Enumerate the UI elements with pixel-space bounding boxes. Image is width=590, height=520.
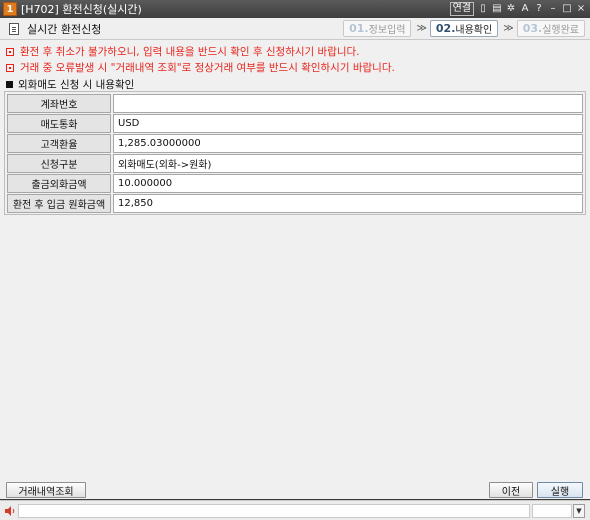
account-number-value [113, 94, 583, 113]
step-separator-icon: ≫ [416, 23, 427, 34]
form-row-type: 신청구분 외화매도(외화->원화) [7, 154, 583, 173]
maximize-icon[interactable]: □ [562, 3, 572, 15]
prev-button[interactable]: 이전 [489, 482, 533, 498]
minimize-icon[interactable]: – [548, 3, 558, 15]
screen-title: 실시간 환전신청 [27, 22, 102, 36]
transaction-history-button[interactable]: 거래내역조회 [6, 482, 86, 498]
window-number-badge: 1 [3, 2, 17, 16]
screen-header: 실시간 환전신청 01. 정보입력 ≫ 02. 내용확인 ≫ 03. 실행완료 [0, 18, 590, 40]
link-badge[interactable]: 연결 [449, 2, 474, 16]
step-1: 01. 정보입력 [343, 20, 412, 37]
bullet-icon [6, 63, 14, 72]
chevron-down-icon[interactable]: ▼ [573, 504, 585, 518]
request-type-value: 외화매도(외화->원화) [113, 154, 583, 173]
help-icon[interactable]: ? [534, 3, 544, 15]
tray-icon[interactable]: ▤ [492, 3, 502, 15]
window-titlebar: 1 [H702] 환전신청(실시간) 연결 ▯ ▤ ✲ A ? – □ × [0, 0, 590, 18]
exchange-rate-value: 1,285.03000000 [113, 134, 583, 153]
step-2: 02. 내용확인 [429, 20, 499, 37]
bullet-icon [6, 47, 14, 56]
status-message-field [18, 504, 530, 518]
confirmation-form: 계좌번호 매도통화 USD 고객환율 1,285.03000000 신청구분 외… [4, 91, 586, 215]
square-bullet-icon [6, 81, 13, 88]
window-title: [H702] 환전신청(실시간) [21, 3, 142, 16]
form-row-rate: 고객환율 1,285.03000000 [7, 134, 583, 153]
step-indicator: 01. 정보입력 ≫ 02. 내용확인 ≫ 03. 실행완료 [343, 20, 585, 37]
field-label: 매도통화 [7, 114, 111, 133]
step-separator-icon: ≫ [503, 23, 514, 34]
gear-icon[interactable]: ✲ [506, 3, 516, 15]
button-bar: 거래내역조회 이전 실행 [0, 480, 590, 499]
close-icon[interactable]: × [576, 3, 586, 15]
withdraw-amount-value: 10.000000 [113, 174, 583, 193]
status-bar: ▼ [0, 500, 590, 520]
speaker-icon [5, 506, 15, 516]
form-row-currency: 매도통화 USD [7, 114, 583, 133]
form-row-deposit: 환전 후 입금 원화금액 12,850 [7, 194, 583, 213]
document-icon [9, 22, 19, 35]
status-aux-field [532, 504, 572, 518]
execute-button[interactable]: 실행 [537, 482, 583, 498]
notice-line: 환전 후 취소가 불가하오니, 입력 내용을 반드시 확인 후 신청하시기 바랍… [6, 44, 360, 59]
form-row-account: 계좌번호 [7, 94, 583, 113]
content-area: 환전 후 취소가 불가하오니, 입력 내용을 반드시 확인 후 신청하시기 바랍… [0, 40, 590, 480]
deposit-amount-value: 12,850 [113, 194, 583, 213]
section-title: 외화매도 신청 시 내용확인 [6, 77, 134, 92]
field-label: 신청구분 [7, 154, 111, 173]
pin-icon[interactable]: ▯ [478, 3, 488, 15]
field-label: 계좌번호 [7, 94, 111, 113]
notice-line: 거래 중 오류발생 시 "거래내역 조회"로 정상거래 여부를 반드시 확인하시… [6, 60, 395, 75]
step-3: 03. 실행완료 [516, 20, 585, 37]
field-label: 고객환율 [7, 134, 111, 153]
form-row-withdraw: 출금외화금액 10.000000 [7, 174, 583, 193]
font-icon[interactable]: A [520, 3, 530, 15]
currency-value: USD [113, 114, 583, 133]
field-label: 출금외화금액 [7, 174, 111, 193]
field-label: 환전 후 입금 원화금액 [7, 194, 111, 213]
